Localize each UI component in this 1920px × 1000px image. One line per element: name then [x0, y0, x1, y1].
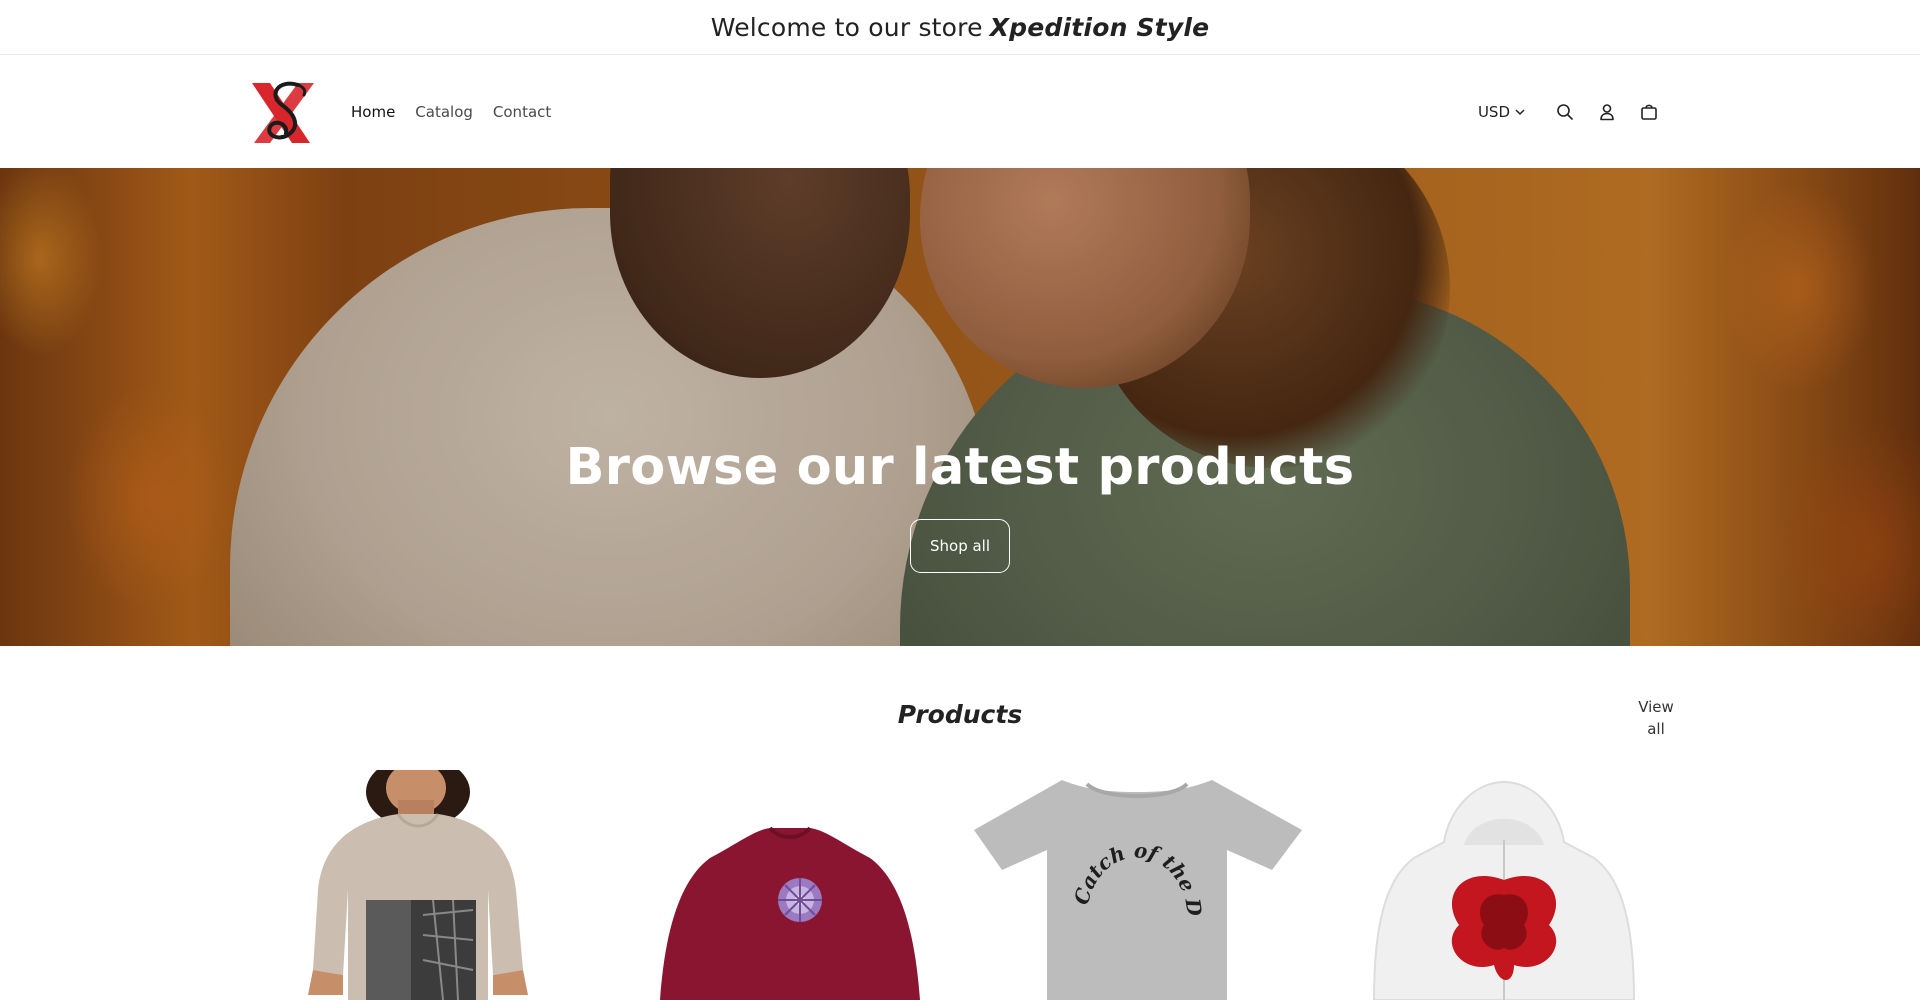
account-icon[interactable]	[1597, 102, 1617, 122]
hero-banner: Browse our latest products Shop all	[0, 168, 1920, 646]
main-nav: Home Catalog Contact	[351, 55, 571, 168]
hero-title: Browse our latest products	[565, 438, 1355, 497]
store-logo[interactable]	[248, 77, 323, 147]
announcement-text: Welcome to our store	[710, 12, 983, 42]
header-tools: USD	[1478, 55, 1670, 168]
currency-label: USD	[1477, 102, 1510, 121]
nav-catalog[interactable]: Catalog	[415, 103, 473, 121]
view-all-link[interactable]: View all	[1622, 696, 1690, 740]
product-image-sweatshirt-maroon	[660, 826, 920, 1000]
product-image-tshirt-sand	[308, 770, 528, 1000]
shop-all-button[interactable]: Shop all	[910, 519, 1010, 573]
product-card[interactable]	[610, 770, 950, 1000]
product-card[interactable]	[1334, 770, 1674, 1000]
search-icon[interactable]	[1555, 102, 1575, 122]
cart-icon[interactable]	[1639, 102, 1659, 122]
chevron-down-icon	[1515, 108, 1525, 115]
announcement-brand: Xpedition Style	[989, 12, 1210, 42]
logo-mark	[252, 81, 314, 143]
product-image-hoodie-white	[1372, 780, 1636, 1000]
site-header: Home Catalog Contact USD	[0, 55, 1920, 168]
product-card[interactable]	[248, 770, 588, 1000]
announcement-bar: Welcome to our store Xpedition Style	[0, 0, 1920, 55]
currency-selector[interactable]: USD	[1478, 103, 1526, 121]
nav-home[interactable]: Home	[351, 103, 395, 121]
product-image-tshirt-grey: Catch of the Day	[972, 770, 1302, 1000]
product-card[interactable]: Catch of the Day	[972, 770, 1312, 1000]
nav-contact[interactable]: Contact	[493, 103, 551, 121]
